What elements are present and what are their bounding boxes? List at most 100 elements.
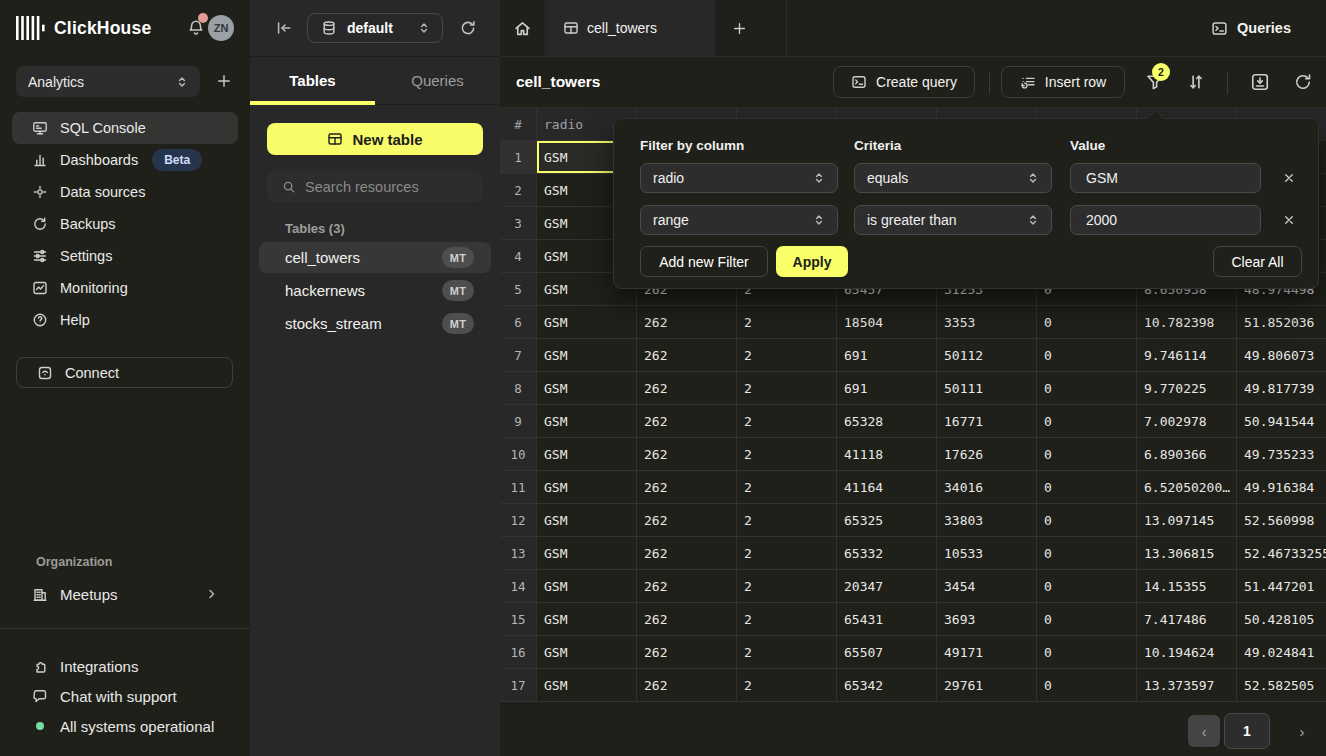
create-query-button[interactable]: Create query <box>833 66 975 98</box>
database-select[interactable]: default <box>307 13 443 43</box>
filter-value-input[interactable]: GSM <box>1070 163 1261 193</box>
grid-cell[interactable]: 0 <box>1037 306 1137 339</box>
grid-cell[interactable]: 262 <box>637 306 737 339</box>
grid-cell[interactable]: GSM <box>537 636 637 669</box>
connect-button[interactable]: Connect <box>16 357 233 388</box>
grid-cell[interactable]: 7.417486 <box>1137 603 1237 636</box>
grid-cell[interactable]: GSM <box>537 504 637 537</box>
grid-cell[interactable]: 262 <box>637 372 737 405</box>
explorer-tab-queries[interactable]: Queries <box>375 57 500 104</box>
grid-cell[interactable]: 3353 <box>937 306 1037 339</box>
footer-item-all-systems-operational[interactable]: All systems operational <box>0 711 250 741</box>
workspace-select[interactable]: Analytics <box>16 66 200 97</box>
remove-filter-button[interactable] <box>1281 170 1297 186</box>
grid-cell[interactable]: 17626 <box>937 438 1037 471</box>
grid-cell[interactable]: 3693 <box>937 603 1037 636</box>
grid-cell[interactable]: 0 <box>1037 570 1137 603</box>
sidebar-item-data-sources[interactable]: Data sources <box>12 176 238 208</box>
grid-cell[interactable]: 262 <box>637 471 737 504</box>
grid-cell[interactable]: 262 <box>637 570 737 603</box>
grid-cell[interactable]: 10.194624 <box>1137 636 1237 669</box>
grid-cell[interactable]: 41118 <box>837 438 937 471</box>
footer-item-integrations[interactable]: Integrations <box>0 651 250 681</box>
grid-cell[interactable]: 262 <box>637 636 737 669</box>
grid-cell[interactable]: 0 <box>1037 372 1137 405</box>
grid-cell[interactable]: GSM <box>537 537 637 570</box>
table-item-cell-towers[interactable]: cell_towersMT <box>259 242 491 273</box>
grid-cell[interactable]: 691 <box>837 372 937 405</box>
grid-cell[interactable]: 2 <box>737 405 837 438</box>
refresh-table-button[interactable] <box>1293 72 1313 92</box>
grid-cell[interactable]: 2 <box>737 471 837 504</box>
filter-column-select[interactable]: range <box>640 205 838 235</box>
grid-cell[interactable]: 50.941544 <box>1237 405 1326 438</box>
grid-cell[interactable]: 13.097145 <box>1137 504 1237 537</box>
filter-value-input[interactable]: 2000 <box>1070 205 1261 235</box>
sidebar-item-dashboards[interactable]: DashboardsBeta <box>12 144 238 176</box>
table-item-stocks-stream[interactable]: stocks_streamMT <box>259 308 491 339</box>
insert-row-button[interactable]: Insert row <box>1001 66 1125 98</box>
grid-cell[interactable]: GSM <box>537 603 637 636</box>
add-filter-button[interactable]: Add new Filter <box>640 246 768 277</box>
new-tab-button[interactable] <box>732 21 747 36</box>
grid-cell[interactable]: 0 <box>1037 636 1137 669</box>
grid-cell[interactable]: 9.746114 <box>1137 339 1237 372</box>
grid-cell[interactable]: GSM <box>537 405 637 438</box>
grid-cell[interactable]: 0 <box>1037 438 1137 471</box>
grid-cell[interactable]: 0 <box>1037 405 1137 438</box>
grid-cell[interactable]: 691 <box>837 339 937 372</box>
grid-cell[interactable]: 52.46733255 <box>1237 537 1326 570</box>
remove-filter-button[interactable] <box>1281 212 1297 228</box>
grid-cell[interactable]: 49.806073 <box>1237 339 1326 372</box>
grid-cell[interactable]: GSM <box>537 438 637 471</box>
grid-cell[interactable]: 2 <box>737 537 837 570</box>
grid-cell[interactable]: 65342 <box>837 669 937 702</box>
grid-cell[interactable]: 2 <box>737 339 837 372</box>
grid-cell[interactable]: 0 <box>1037 471 1137 504</box>
apply-button[interactable]: Apply <box>776 246 848 277</box>
grid-cell[interactable]: 51.852036 <box>1237 306 1326 339</box>
grid-cell[interactable]: 52.560998 <box>1237 504 1326 537</box>
filter-criteria-select[interactable]: equals <box>854 163 1052 193</box>
grid-cell[interactable]: 49.735233 <box>1237 438 1326 471</box>
grid-cell[interactable]: 65328 <box>837 405 937 438</box>
grid-cell[interactable]: 13.373597 <box>1137 669 1237 702</box>
new-table-button[interactable]: New table <box>267 123 483 155</box>
search-input[interactable]: Search resources <box>267 171 483 202</box>
sidebar-item-help[interactable]: Help <box>12 304 238 336</box>
grid-cell[interactable]: 50.428105 <box>1237 603 1326 636</box>
grid-cell[interactable]: 262 <box>637 603 737 636</box>
grid-cell[interactable]: 65507 <box>837 636 937 669</box>
grid-cell[interactable]: 2 <box>737 669 837 702</box>
grid-cell[interactable]: 10533 <box>937 537 1037 570</box>
grid-cell[interactable]: 65431 <box>837 603 937 636</box>
home-button[interactable] <box>500 0 546 56</box>
grid-cell[interactable]: 262 <box>637 537 737 570</box>
grid-cell[interactable]: 49171 <box>937 636 1037 669</box>
grid-cell[interactable]: GSM <box>537 669 637 702</box>
grid-cell[interactable]: GSM <box>537 339 637 372</box>
grid-cell[interactable]: 6.52050200… <box>1137 471 1237 504</box>
grid-cell[interactable]: 14.15355 <box>1137 570 1237 603</box>
grid-cell[interactable]: 7.002978 <box>1137 405 1237 438</box>
grid-cell[interactable]: 2 <box>737 504 837 537</box>
download-button[interactable] <box>1250 72 1270 92</box>
grid-cell[interactable]: 51.447201 <box>1237 570 1326 603</box>
grid-cell[interactable]: 20347 <box>837 570 937 603</box>
grid-cell[interactable]: 50111 <box>937 372 1037 405</box>
grid-cell[interactable]: 0 <box>1037 339 1137 372</box>
grid-cell[interactable]: 49.817739 <box>1237 372 1326 405</box>
grid-cell[interactable]: 18504 <box>837 306 937 339</box>
grid-cell[interactable]: 65325 <box>837 504 937 537</box>
grid-cell[interactable]: 29761 <box>937 669 1037 702</box>
grid-cell[interactable]: 6.890366 <box>1137 438 1237 471</box>
sort-button[interactable] <box>1186 72 1206 92</box>
prev-page-button[interactable]: ‹ <box>1188 715 1220 747</box>
grid-cell[interactable]: 0 <box>1037 669 1137 702</box>
grid-cell[interactable]: 49.024841 <box>1237 636 1326 669</box>
sidebar-item-monitoring[interactable]: Monitoring <box>12 272 238 304</box>
grid-cell[interactable]: 262 <box>637 405 737 438</box>
grid-cell[interactable]: 13.306815 <box>1137 537 1237 570</box>
sidebar-item-backups[interactable]: Backups <box>12 208 238 240</box>
grid-cell[interactable]: GSM <box>537 306 637 339</box>
